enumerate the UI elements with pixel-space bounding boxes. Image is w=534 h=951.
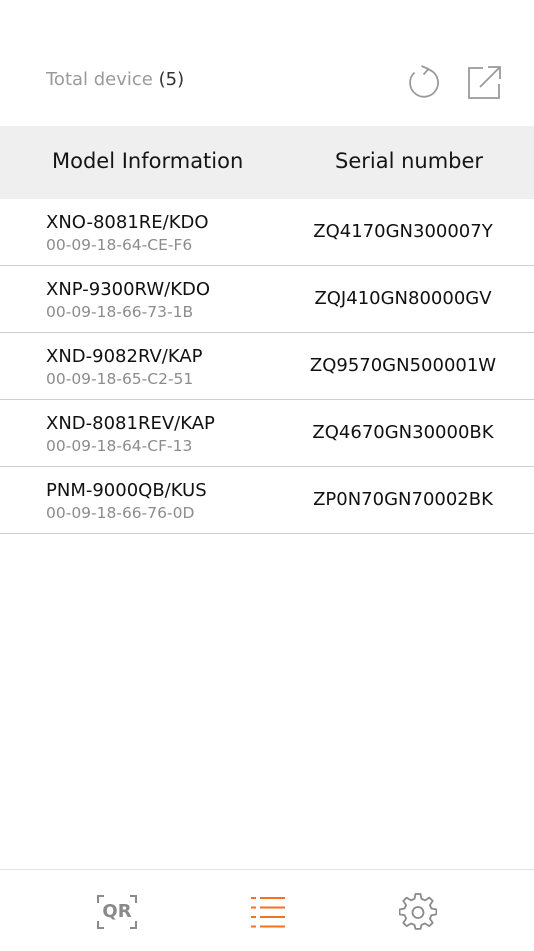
device-serial: ZQ4670GN30000BK (312, 422, 494, 443)
total-device-label: Total device (5) (46, 69, 184, 90)
qr-scan-tab[interactable]: QR (95, 890, 139, 934)
device-serial: ZQ9570GN500001W (309, 355, 497, 376)
refresh-icon[interactable] (402, 62, 442, 102)
column-header-serial: Serial number (335, 149, 484, 173)
list-icon (251, 897, 285, 928)
device-model: XND-8081REV/KAP (46, 413, 215, 434)
device-serial: ZQJ410GN80000GV (314, 288, 492, 309)
bottom-tab-bar: QR (0, 869, 534, 951)
device-model: XNP-9300RW/KDO (46, 279, 211, 300)
device-mac: 00-09-18-66-76-0D (46, 504, 195, 522)
qr-label: QR (102, 901, 132, 922)
device-row[interactable]: XND-9082RV/KAP 00-09-18-65-C2-51 ZQ9570G… (0, 333, 534, 400)
device-row[interactable]: XNP-9300RW/KDO 00-09-18-66-73-1B ZQJ410G… (0, 266, 534, 333)
device-serial: ZP0N70GN70002BK (313, 489, 493, 510)
table-header: Model Information Serial number (0, 126, 534, 199)
device-row[interactable]: XNO-8081RE/KDO 00-09-18-64-CE-F6 ZQ4170G… (0, 199, 534, 266)
device-mac: 00-09-18-66-73-1B (46, 303, 194, 321)
total-device-count: (5) (158, 69, 185, 90)
device-model: PNM-9000QB/KUS (46, 480, 207, 501)
device-mac: 00-09-18-64-CF-13 (46, 437, 193, 455)
device-model: XND-9082RV/KAP (46, 346, 203, 367)
device-mac: 00-09-18-65-C2-51 (46, 370, 194, 388)
settings-tab[interactable] (396, 890, 440, 934)
list-tab[interactable] (246, 890, 290, 934)
device-row[interactable]: XND-8081REV/KAP 00-09-18-64-CF-13 ZQ4670… (0, 400, 534, 467)
device-list: XNO-8081RE/KDO 00-09-18-64-CE-F6 ZQ4170G… (0, 199, 534, 534)
device-model: XNO-8081RE/KDO (46, 212, 209, 233)
qr-scan-icon: QR (97, 895, 137, 929)
total-device-text: Total device (46, 69, 153, 90)
column-header-model: Model Information (52, 149, 244, 173)
device-serial: ZQ4170GN300007Y (313, 221, 493, 242)
export-icon[interactable] (464, 62, 504, 102)
settings-gear-icon (399, 893, 437, 930)
header: Total device (5) (0, 0, 534, 126)
device-mac: 00-09-18-64-CE-F6 (46, 236, 193, 254)
device-row[interactable]: PNM-9000QB/KUS 00-09-18-66-76-0D ZP0N70G… (0, 467, 534, 534)
